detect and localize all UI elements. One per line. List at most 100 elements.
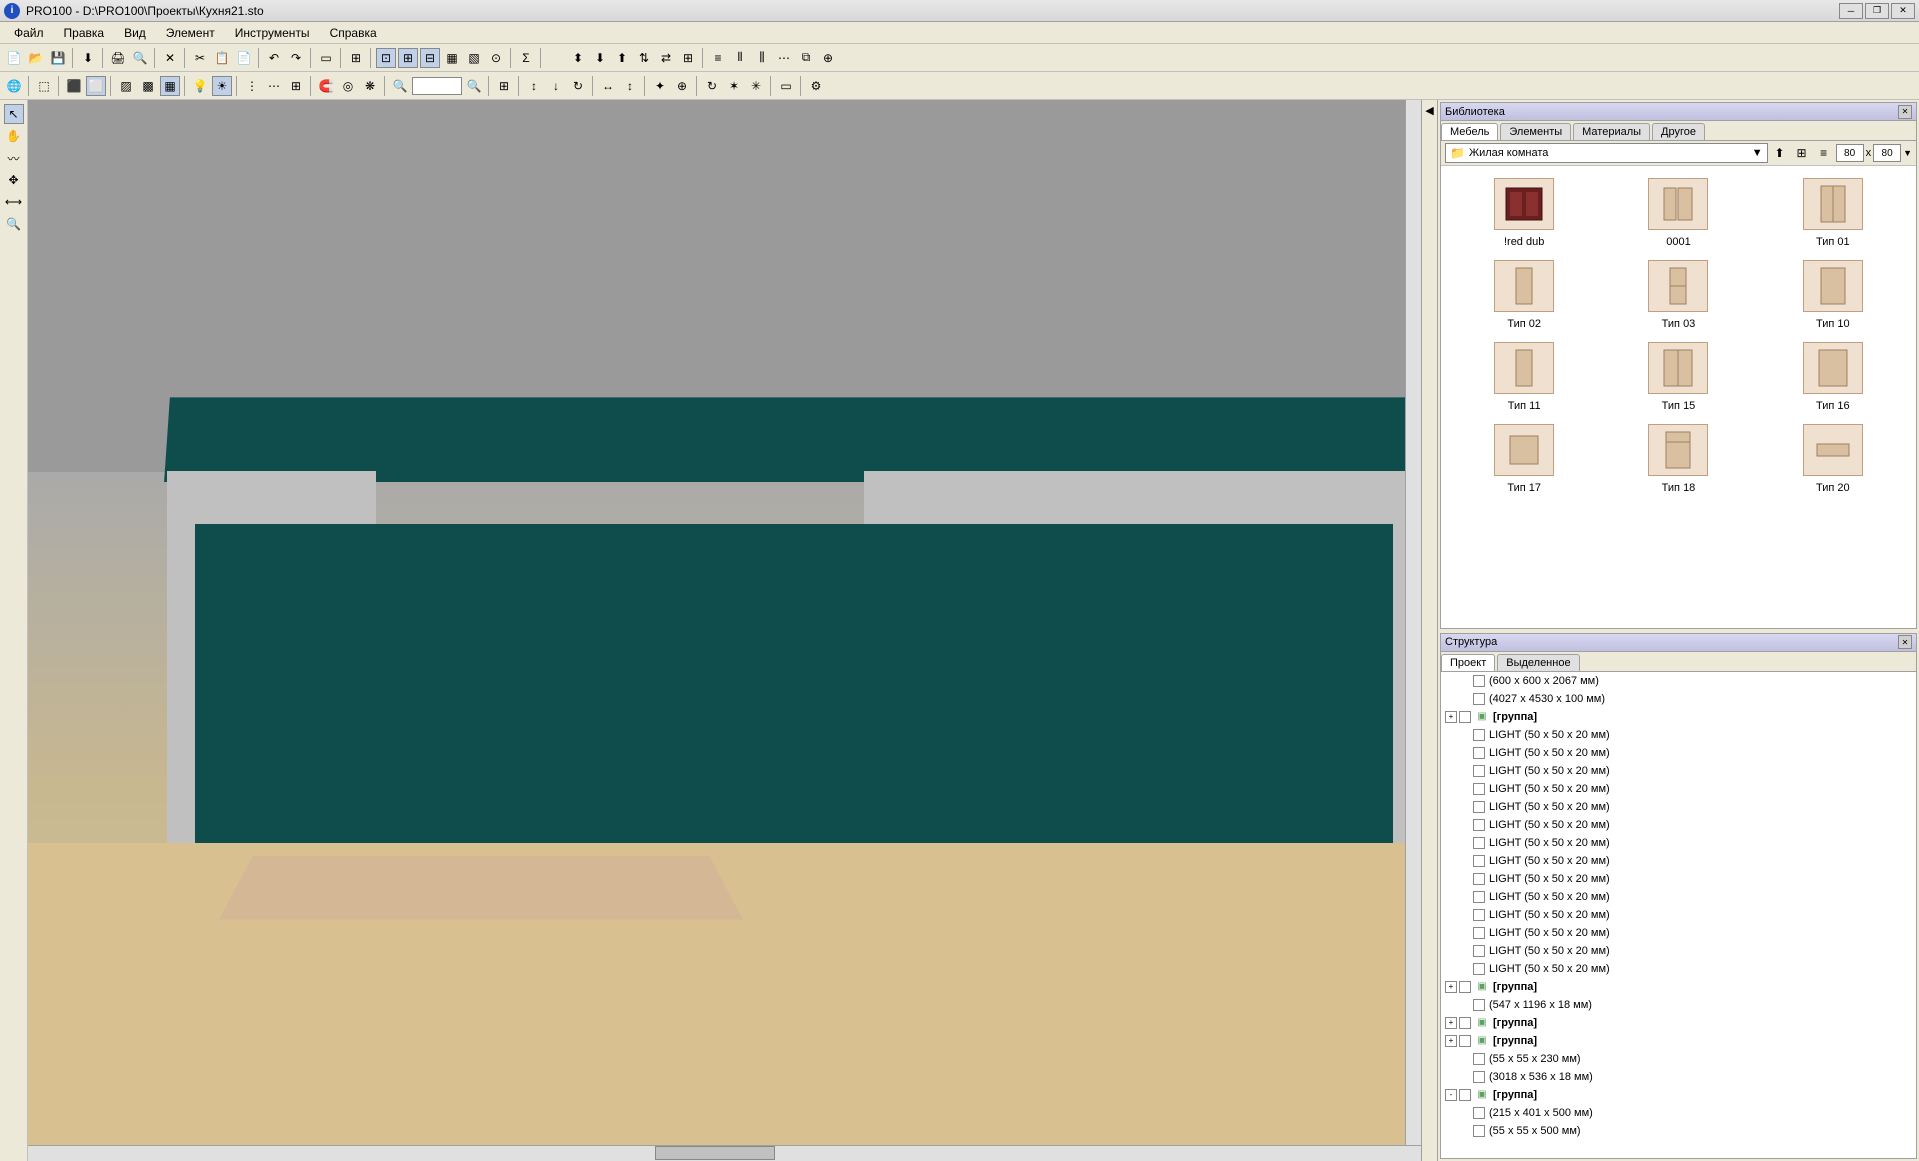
- tree-checkbox[interactable]: [1473, 801, 1485, 813]
- menu-file[interactable]: Файл: [4, 24, 54, 42]
- target-icon[interactable]: ◎: [338, 76, 358, 96]
- viewport-scrollbar-h[interactable]: [28, 1145, 1421, 1161]
- library-item[interactable]: Тип 11: [1449, 338, 1599, 416]
- library-item[interactable]: Тип 01: [1758, 174, 1908, 252]
- open-icon[interactable]: 📂: [26, 48, 46, 68]
- zoom-in-icon[interactable]: 🔍: [464, 76, 484, 96]
- tree-row[interactable]: LIGHT (50 x 50 x 20 мм): [1441, 942, 1916, 960]
- tool-move-icon[interactable]: ✥: [4, 170, 24, 190]
- view-tex2-icon[interactable]: ▩: [138, 76, 158, 96]
- library-item[interactable]: 0001: [1603, 174, 1753, 252]
- tree-row[interactable]: +▣[группа]: [1441, 708, 1916, 726]
- tree-row[interactable]: -▣[группа]: [1441, 1086, 1916, 1104]
- tree-row[interactable]: (600 x 600 x 2067 мм): [1441, 672, 1916, 690]
- tree-checkbox[interactable]: [1473, 819, 1485, 831]
- tree-row[interactable]: LIGHT (50 x 50 x 20 мм): [1441, 816, 1916, 834]
- tree-checkbox[interactable]: [1459, 1035, 1471, 1047]
- move-up-icon[interactable]: ↕: [524, 76, 544, 96]
- tree-checkbox[interactable]: [1459, 1017, 1471, 1029]
- flower-icon[interactable]: ❋: [360, 76, 380, 96]
- tree-checkbox[interactable]: [1459, 711, 1471, 723]
- dim-h-icon[interactable]: ↔: [598, 76, 618, 96]
- structure-close-icon[interactable]: ✕: [1898, 635, 1912, 649]
- snap-grid-icon[interactable]: ⊞: [494, 76, 514, 96]
- tree-row[interactable]: (55 x 55 x 230 мм): [1441, 1050, 1916, 1068]
- align-6-icon[interactable]: ⊞: [678, 48, 698, 68]
- menu-help[interactable]: Справка: [320, 24, 387, 42]
- tree-row[interactable]: (55 x 55 x 500 мм): [1441, 1122, 1916, 1140]
- grid-dots-icon[interactable]: ⋯: [264, 76, 284, 96]
- tree-checkbox[interactable]: [1473, 927, 1485, 939]
- light-1-icon[interactable]: 💡: [190, 76, 210, 96]
- library-item[interactable]: !red dub: [1449, 174, 1599, 252]
- thumb-width-input[interactable]: [1836, 144, 1864, 162]
- rotate-icon[interactable]: ↻: [568, 76, 588, 96]
- library-item[interactable]: Тип 16: [1758, 338, 1908, 416]
- save-icon[interactable]: 💾: [48, 48, 68, 68]
- tree-checkbox[interactable]: [1473, 783, 1485, 795]
- magnet-icon[interactable]: 🧲: [316, 76, 336, 96]
- tree-row[interactable]: LIGHT (50 x 50 x 20 мм): [1441, 780, 1916, 798]
- align-1-icon[interactable]: ⬍: [568, 48, 588, 68]
- library-item[interactable]: Тип 10: [1758, 256, 1908, 334]
- tree-checkbox[interactable]: [1473, 693, 1485, 705]
- tree-checkbox[interactable]: [1473, 837, 1485, 849]
- library-item[interactable]: Тип 18: [1603, 420, 1753, 498]
- tree-checkbox[interactable]: [1473, 891, 1485, 903]
- undo-icon[interactable]: ↶: [264, 48, 284, 68]
- new-icon[interactable]: 📄: [4, 48, 24, 68]
- library-item[interactable]: Тип 20: [1758, 420, 1908, 498]
- window-5-icon[interactable]: ▧: [464, 48, 484, 68]
- tree-row[interactable]: LIGHT (50 x 50 x 20 мм): [1441, 798, 1916, 816]
- print-icon[interactable]: 🖨: [108, 48, 128, 68]
- hand-icon[interactable]: ✋: [4, 126, 24, 146]
- tree-checkbox[interactable]: [1473, 999, 1485, 1011]
- layer-icon[interactable]: ▭: [776, 76, 796, 96]
- align-5-icon[interactable]: ⇄: [656, 48, 676, 68]
- tree-row[interactable]: +▣[группа]: [1441, 1014, 1916, 1032]
- sum-icon[interactable]: Σ: [516, 48, 536, 68]
- tree-expander-icon[interactable]: -: [1445, 1089, 1457, 1101]
- tree-checkbox[interactable]: [1473, 963, 1485, 975]
- zoom-out-icon[interactable]: 🔍: [390, 76, 410, 96]
- refresh-icon[interactable]: ↻: [702, 76, 722, 96]
- tree-checkbox[interactable]: [1473, 747, 1485, 759]
- library-close-icon[interactable]: ✕: [1898, 105, 1912, 119]
- tree-checkbox[interactable]: [1473, 945, 1485, 957]
- tree-row[interactable]: LIGHT (50 x 50 x 20 мм): [1441, 762, 1916, 780]
- menu-edit[interactable]: Правка: [54, 24, 115, 42]
- window-2-icon[interactable]: ⊞: [398, 48, 418, 68]
- tool-a-icon[interactable]: ▭: [316, 48, 336, 68]
- move-down-icon[interactable]: ↓: [546, 76, 566, 96]
- tree-expander-icon[interactable]: +: [1445, 711, 1457, 723]
- tab-materials[interactable]: Материалы: [1573, 123, 1650, 140]
- gear-icon[interactable]: ⚙: [806, 76, 826, 96]
- window-4-icon[interactable]: ▦: [442, 48, 462, 68]
- dist-2-icon[interactable]: ⫴: [730, 48, 750, 68]
- menu-element[interactable]: Элемент: [156, 24, 225, 42]
- library-item[interactable]: Тип 17: [1449, 420, 1599, 498]
- tree-checkbox[interactable]: [1459, 981, 1471, 993]
- tree-checkbox[interactable]: [1473, 1071, 1485, 1083]
- tab-furniture[interactable]: Мебель: [1441, 123, 1498, 140]
- tree-row[interactable]: LIGHT (50 x 50 x 20 мм): [1441, 726, 1916, 744]
- tree-checkbox[interactable]: [1459, 1089, 1471, 1101]
- tree-row[interactable]: LIGHT (50 x 50 x 20 мм): [1441, 924, 1916, 942]
- compass-icon[interactable]: ✳: [746, 76, 766, 96]
- tree-row[interactable]: +▣[группа]: [1441, 1032, 1916, 1050]
- align-4-icon[interactable]: ⇅: [634, 48, 654, 68]
- tab-elements[interactable]: Элементы: [1500, 123, 1571, 140]
- dist-6-icon[interactable]: ⊕: [818, 48, 838, 68]
- tool-zoom-icon[interactable]: 🔍: [4, 214, 24, 234]
- restore-button[interactable]: ❐: [1865, 3, 1889, 19]
- delete-icon[interactable]: ✕: [160, 48, 180, 68]
- center-icon[interactable]: ✦: [650, 76, 670, 96]
- tree-row[interactable]: (4027 x 4530 x 100 мм): [1441, 690, 1916, 708]
- view-tex3-icon[interactable]: ▦: [160, 76, 180, 96]
- thumb-height-input[interactable]: [1873, 144, 1901, 162]
- tree-checkbox[interactable]: [1473, 729, 1485, 741]
- tool-b-icon[interactable]: ⊞: [346, 48, 366, 68]
- panels-collapse-arrow[interactable]: ◀: [1421, 100, 1437, 1161]
- grid-lines-icon[interactable]: ⋮: [242, 76, 262, 96]
- tree-expander-icon[interactable]: +: [1445, 1017, 1457, 1029]
